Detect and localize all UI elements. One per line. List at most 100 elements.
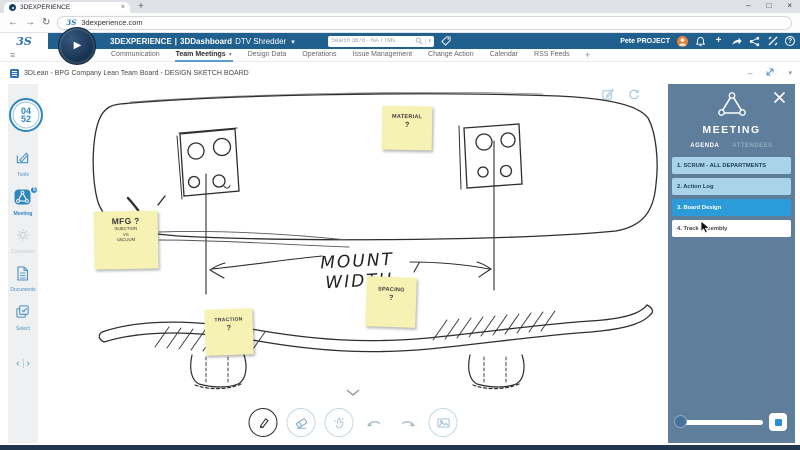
insert-image-button[interactable] bbox=[429, 408, 458, 437]
panel-title: MEETING bbox=[702, 124, 760, 136]
widget-expand-icon[interactable] bbox=[765, 64, 775, 82]
notifications-bell-icon[interactable] bbox=[695, 36, 706, 47]
panel-close-icon[interactable] bbox=[773, 91, 786, 109]
sticky-note-spacing[interactable]: SPACING ? bbox=[365, 276, 417, 328]
sidebar-item-tools[interactable]: Tools bbox=[15, 150, 30, 178]
agenda-item-1[interactable]: 1. SCRUM - ALL DEPARTMENTS bbox=[672, 157, 791, 174]
share-arrow-icon[interactable] bbox=[731, 36, 742, 47]
sidebar-pager: ‹ › bbox=[16, 358, 30, 369]
tab-title: 3DEXPERIENCE bbox=[20, 4, 117, 11]
tab-change-action[interactable]: Change Action bbox=[427, 49, 475, 62]
snap-note-tool-button[interactable] bbox=[325, 408, 354, 437]
url-field[interactable]: 3S 3dexperience.com bbox=[57, 16, 792, 30]
slider-knob[interactable] bbox=[674, 415, 687, 428]
tab-issue-management[interactable]: Issue Management bbox=[352, 49, 414, 62]
toolbar-collapse-icon[interactable] bbox=[346, 383, 360, 401]
widget-minimize-icon[interactable]: – bbox=[747, 69, 752, 78]
window-maximize-button[interactable]: □ bbox=[766, 1, 771, 11]
help-icon[interactable]: ? bbox=[785, 36, 795, 46]
add-content-icon[interactable]: + bbox=[713, 36, 724, 47]
widget-collapse-icon[interactable]: ▾ bbox=[788, 70, 792, 77]
sticky-note-traction[interactable]: TRACTION ? bbox=[204, 308, 254, 356]
apps-grid-icon[interactable] bbox=[767, 36, 778, 47]
tab-operations[interactable]: Operations bbox=[301, 49, 337, 62]
meeting-panel: MEETING AGENDA ATTENDEES 1. SCRUM - ALL … bbox=[668, 84, 795, 443]
sidebar-item-meeting[interactable]: 5 Meeting bbox=[14, 189, 33, 218]
document-icon bbox=[16, 266, 29, 286]
search-scope-dropdown-icon[interactable]: ▾ bbox=[428, 38, 431, 44]
mouse-cursor bbox=[700, 220, 711, 239]
meeting-panel-icon bbox=[718, 92, 746, 121]
tab-agenda[interactable]: AGENDA bbox=[690, 143, 719, 149]
dashboard-name[interactable]: DTV Shredder bbox=[235, 37, 286, 46]
widget-titlebar: 3DLean - BPG Company Lean Team Board - D… bbox=[0, 62, 800, 84]
slider-track[interactable] bbox=[676, 420, 763, 425]
tab-rss-feeds[interactable]: RSS Feeds bbox=[533, 49, 571, 62]
sticky-note-mfg[interactable]: MFG ? INJECTION VS VACUUM bbox=[93, 210, 158, 269]
edit-sketch-icon[interactable] bbox=[602, 87, 614, 105]
stop-button[interactable] bbox=[769, 413, 787, 431]
sidebar-item-documents[interactable]: Documents bbox=[10, 266, 35, 294]
select-check-icon bbox=[15, 304, 30, 324]
tab-team-meetings[interactable]: Team Meetings▾ bbox=[175, 49, 233, 62]
tab-calendar[interactable]: Calendar bbox=[489, 49, 519, 62]
add-dashboard-tab-button[interactable]: + bbox=[585, 50, 590, 60]
user-name[interactable]: Pete PROJECT bbox=[620, 38, 670, 45]
url-text: 3dexperience.com bbox=[81, 18, 142, 27]
browser-tab[interactable]: 3DEXPERIENCE × bbox=[4, 2, 130, 13]
brand-name: 3DEXPERIENCE bbox=[110, 37, 172, 46]
compass-play-icon: ▶ bbox=[74, 41, 82, 51]
tab-close-icon[interactable]: × bbox=[121, 4, 125, 11]
reload-icon[interactable]: ↻ bbox=[42, 18, 50, 28]
compass-menu-button[interactable]: ▶ bbox=[58, 27, 96, 65]
tag-icon[interactable] bbox=[440, 36, 451, 47]
dashboard-menu-icon[interactable]: ≡ bbox=[10, 51, 15, 60]
avatar[interactable] bbox=[677, 36, 688, 47]
tab-attendees[interactable]: ATTENDEES bbox=[732, 143, 772, 149]
eraser-tool-button[interactable] bbox=[287, 408, 316, 437]
back-icon[interactable]: ← bbox=[8, 18, 18, 28]
tab-dropdown-icon[interactable]: ▾ bbox=[229, 51, 232, 58]
dassault-logo-block: 3S bbox=[0, 33, 48, 49]
agenda-item-4[interactable]: 4. Track Assembly bbox=[672, 220, 791, 237]
truck-left bbox=[191, 355, 246, 389]
browser-tabstrip: 3DEXPERIENCE × + – □ × bbox=[0, 0, 800, 13]
redo-button[interactable] bbox=[396, 408, 420, 437]
undo-button[interactable] bbox=[363, 408, 387, 437]
agenda-item-3[interactable]: 3. Board Design bbox=[672, 199, 791, 216]
forward-icon[interactable]: → bbox=[25, 18, 35, 28]
app-title: 3DEXPERIENCE | 3DDashboard DTV Shredder … bbox=[110, 37, 295, 46]
tools-icon bbox=[15, 150, 30, 170]
share-network-icon[interactable] bbox=[749, 36, 760, 47]
page-left-icon[interactable]: ‹ bbox=[16, 358, 19, 369]
tab-design-data[interactable]: Design Data bbox=[247, 49, 288, 62]
window-close-button[interactable]: × bbox=[787, 1, 792, 11]
refresh-icon[interactable] bbox=[628, 87, 640, 105]
window-minimize-button[interactable]: – bbox=[746, 1, 750, 11]
dashboard-tabbar: ≡ Communication Team Meetings▾ Design Da… bbox=[0, 49, 800, 62]
dashboard-dropdown-icon[interactable]: ▾ bbox=[291, 38, 295, 46]
search-icon[interactable] bbox=[415, 32, 423, 50]
agenda-item-2[interactable]: 2. Action Log bbox=[672, 178, 791, 195]
sticky-note-material[interactable]: MATERIAL ? bbox=[382, 106, 433, 151]
site-favicon-icon: 3S bbox=[66, 19, 76, 26]
widget-app-icon bbox=[10, 69, 19, 78]
brand-separator: | bbox=[175, 37, 177, 46]
bottom-window-edge bbox=[0, 445, 800, 450]
sidebar-item-select[interactable]: Select bbox=[15, 304, 30, 332]
sketch-board-canvas[interactable]: MOUNT WIDTH MATERIAL ? MFG ? INJECTION V… bbox=[38, 84, 668, 443]
timer-slider bbox=[676, 413, 787, 431]
pen-tool-button[interactable] bbox=[249, 408, 278, 437]
sidebar-item-customize: Customize bbox=[11, 228, 35, 255]
global-search[interactable]: ▾ bbox=[328, 36, 434, 47]
widget-title: 3DLean - BPG Company Lean Team Board - D… bbox=[24, 70, 249, 77]
page-right-icon[interactable]: › bbox=[27, 358, 30, 369]
browser-addressbar: ← → ↻ 3S 3dexperience.com bbox=[0, 13, 800, 33]
tab-communication[interactable]: Communication bbox=[110, 49, 161, 62]
search-input[interactable] bbox=[331, 38, 413, 44]
new-tab-button[interactable]: + bbox=[138, 2, 144, 13]
meeting-timer[interactable]: 04 52 bbox=[9, 98, 43, 132]
meeting-icon bbox=[14, 189, 31, 210]
mount-plate-left bbox=[177, 128, 239, 199]
widget-body: 04 52 Tools 5 Meeting Customize bbox=[0, 84, 800, 443]
